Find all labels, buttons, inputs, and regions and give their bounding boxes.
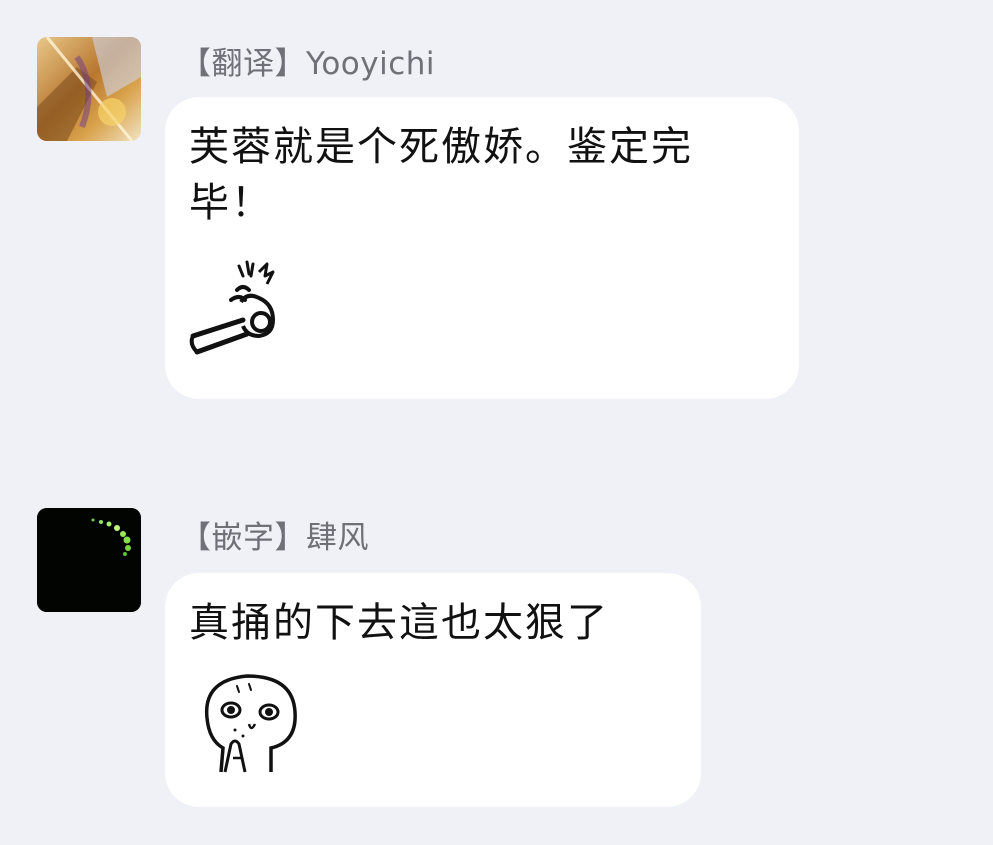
chat-message: 【翻译】Yooyichi 芙蓉就是个死傲娇。鉴定完 毕！ [0,0,993,420]
avatar[interactable] [37,37,141,141]
message-bubble[interactable]: 芙蓉就是个死傲娇。鉴定完 毕！ [165,97,799,399]
message-text-line: 毕！ [189,180,273,226]
message-text-line: 真捅的下去這也太狠了 [189,600,609,646]
avatar[interactable] [37,508,141,612]
sender-name: 【嵌字】肆风 [180,512,369,557]
sender-tag: 【嵌字】 [180,520,306,556]
sender-username: Yooyichi [306,46,436,82]
sender-username: 肆风 [306,520,369,556]
fist-punch-sticker[interactable] [189,250,307,362]
sender-name: 【翻译】Yooyichi [180,38,435,83]
message-text: 真捅的下去這也太狠了 [189,595,609,651]
message-text-line: 芙蓉就是个死傲娇。鉴定完 [189,124,693,170]
message-bubble[interactable]: 真捅的下去這也太狠了 [165,573,701,807]
sender-tag: 【翻译】 [180,46,306,82]
message-text: 芙蓉就是个死傲娇。鉴定完 毕！ [189,119,693,231]
chat-message: 【嵌字】肆风 真捅的下去這也太狠了 [0,420,993,845]
nervous-blob-sticker[interactable] [197,668,305,776]
